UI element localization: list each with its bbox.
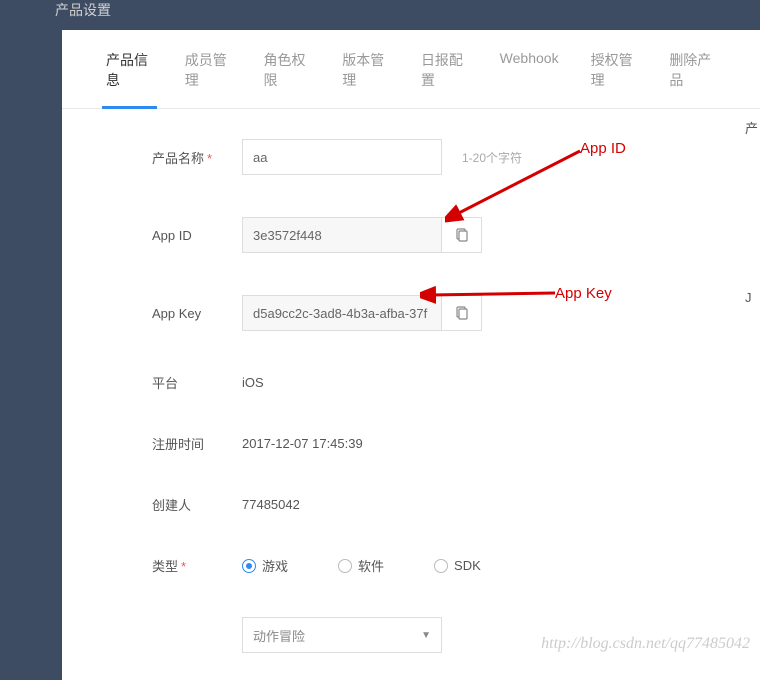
input-app-key (242, 295, 442, 331)
tabs-bar: 产品信息 成员管理 角色权限 版本管理 日报配置 Webhook 授权管理 删除… (62, 30, 760, 109)
row-type: 类型* 游戏 软件 SDK (152, 556, 720, 575)
tab-auth[interactable]: 授权管理 (575, 30, 654, 108)
tab-members[interactable]: 成员管理 (169, 30, 248, 108)
label-creator: 创建人 (152, 495, 242, 514)
main-panel: 产品信息 成员管理 角色权限 版本管理 日报配置 Webhook 授权管理 删除… (62, 30, 760, 680)
copy-app-key-button[interactable] (442, 295, 482, 331)
row-register-time: 注册时间 2017-12-07 17:45:39 (152, 434, 720, 453)
label-product-name: 产品名称* (152, 148, 242, 167)
value-register-time: 2017-12-07 17:45:39 (242, 436, 363, 451)
copy-app-id-button[interactable] (442, 217, 482, 253)
tab-product-info[interactable]: 产品信息 (90, 30, 169, 108)
chevron-down-icon: ▼ (421, 630, 431, 641)
row-product-name: 产品名称* 1-20个字符 (152, 139, 720, 175)
select-category[interactable]: 动作冒险 ▼ (242, 617, 442, 653)
tab-webhook[interactable]: Webhook (484, 30, 575, 108)
radio-circle-icon (242, 559, 256, 573)
label-platform: 平台 (152, 373, 242, 392)
page-header: 产品设置 (0, 0, 760, 30)
radio-type-game[interactable]: 游戏 (242, 556, 288, 575)
input-app-id (242, 217, 442, 253)
hint-product-name: 1-20个字符 (462, 149, 522, 166)
radio-type-sdk[interactable]: SDK (434, 556, 481, 575)
row-app-key: App Key (152, 295, 720, 331)
label-app-key: App Key (152, 306, 242, 321)
form-area: 产品名称* 1-20个字符 App ID App Key (62, 109, 760, 653)
radio-group-type: 游戏 软件 SDK (242, 556, 481, 575)
input-product-name[interactable] (242, 139, 442, 175)
tab-delete[interactable]: 删除产品 (653, 30, 732, 108)
page-title: 产品设置 (55, 2, 111, 18)
row-category: 动作冒险 ▼ (152, 617, 720, 653)
copy-icon (454, 305, 470, 321)
row-app-id: App ID (152, 217, 720, 253)
radio-circle-icon (434, 559, 448, 573)
radio-circle-icon (338, 559, 352, 573)
value-platform: iOS (242, 375, 264, 390)
radio-type-software[interactable]: 软件 (338, 556, 384, 575)
value-creator: 77485042 (242, 497, 300, 512)
tab-versions[interactable]: 版本管理 (326, 30, 405, 108)
label-type: 类型* (152, 556, 242, 575)
side-truncated-b: J (745, 290, 760, 305)
row-platform: 平台 iOS (152, 373, 720, 392)
label-app-id: App ID (152, 228, 242, 243)
row-creator: 创建人 77485042 (152, 495, 720, 514)
tab-roles[interactable]: 角色权限 (247, 30, 326, 108)
label-register-time: 注册时间 (152, 434, 242, 453)
copy-icon (454, 227, 470, 243)
side-truncated-a: 产 (745, 118, 760, 137)
tab-daily-report[interactable]: 日报配置 (405, 30, 484, 108)
